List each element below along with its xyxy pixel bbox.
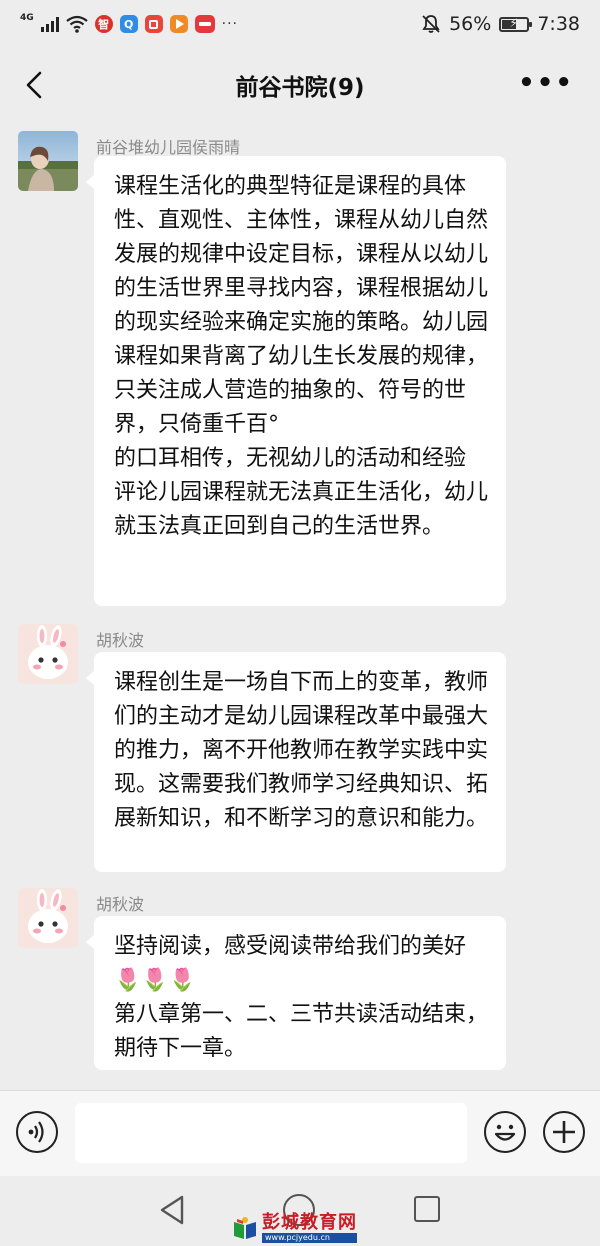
status-bar: 4G 智 Q ··· 56% ⚡ 7:38 xyxy=(0,0,600,48)
bunny-avatar-image xyxy=(18,888,78,948)
wifi-icon xyxy=(65,15,88,33)
battery-percent: 56% xyxy=(449,13,492,35)
status-right: 56% ⚡ 7:38 xyxy=(421,13,580,35)
sender-name: 胡秋波 xyxy=(96,631,145,650)
input-bar xyxy=(0,1090,600,1176)
app-icon-orange-play xyxy=(169,15,188,33)
chat-header: 前谷书院(9) ••• xyxy=(0,48,600,122)
back-arrow-icon[interactable] xyxy=(18,68,52,102)
avatar[interactable] xyxy=(18,624,78,684)
app-icon-red: 智 xyxy=(94,15,113,33)
more-functions-button[interactable] xyxy=(543,1111,585,1153)
photo-avatar-image xyxy=(18,131,78,191)
charging-icon: ⚡ xyxy=(509,15,518,30)
signal-icon xyxy=(40,16,59,32)
message-input[interactable] xyxy=(75,1103,467,1163)
watermark-name: 彭城教育网 xyxy=(262,1211,357,1233)
more-notifications-icon: ··· xyxy=(221,16,239,32)
smiley-icon xyxy=(494,1124,516,1141)
status-left: 4G 智 Q ··· xyxy=(20,12,239,33)
voice-icon xyxy=(28,1121,44,1143)
sender-name: 前谷堆幼儿园侯雨晴 xyxy=(96,138,241,157)
message-bubble[interactable]: 课程生活化的典型特征是课程的具体性、直观性、主体性，课程从幼儿自然发展的规律中设… xyxy=(86,156,506,606)
sender-name: 胡秋波 xyxy=(96,895,145,914)
more-options-icon[interactable]: ••• xyxy=(518,70,574,96)
voice-input-button[interactable] xyxy=(16,1111,58,1153)
watermark-url: www.pcjyedu.cn xyxy=(262,1232,357,1243)
chat-title: 前谷书院(9) xyxy=(235,75,365,101)
watermark: 彭城教育网 www.pcjyedu.cn xyxy=(232,1212,382,1244)
book-logo-icon xyxy=(234,1217,256,1239)
avatar[interactable] xyxy=(18,888,78,948)
app-icon-search: Q xyxy=(119,15,138,33)
nav-back-icon[interactable] xyxy=(158,1194,186,1226)
emoji-button[interactable] xyxy=(484,1111,526,1153)
app-icon-red-rect xyxy=(194,15,215,33)
plus-icon xyxy=(553,1121,575,1143)
bunny-avatar-image xyxy=(18,624,78,684)
message-bubble[interactable]: 课程创生是一场自下而上的变革，教师们的主动才是幼儿园课程改革中最强大的推力，离不… xyxy=(86,652,506,872)
network-type: 4G xyxy=(20,12,34,23)
app-icon-red-square xyxy=(144,15,163,33)
mute-bell-icon xyxy=(422,15,440,33)
nav-recent-apps-icon[interactable] xyxy=(414,1196,440,1222)
message-bubble[interactable]: 坚持阅读，感受阅读带给我们的美好🌷🌷🌷 第八章第一、二、三节共读活动结束，期待下… xyxy=(86,916,506,1070)
battery-icon: ⚡ xyxy=(499,15,533,32)
clock: 7:38 xyxy=(537,13,580,35)
avatar[interactable] xyxy=(18,131,78,191)
